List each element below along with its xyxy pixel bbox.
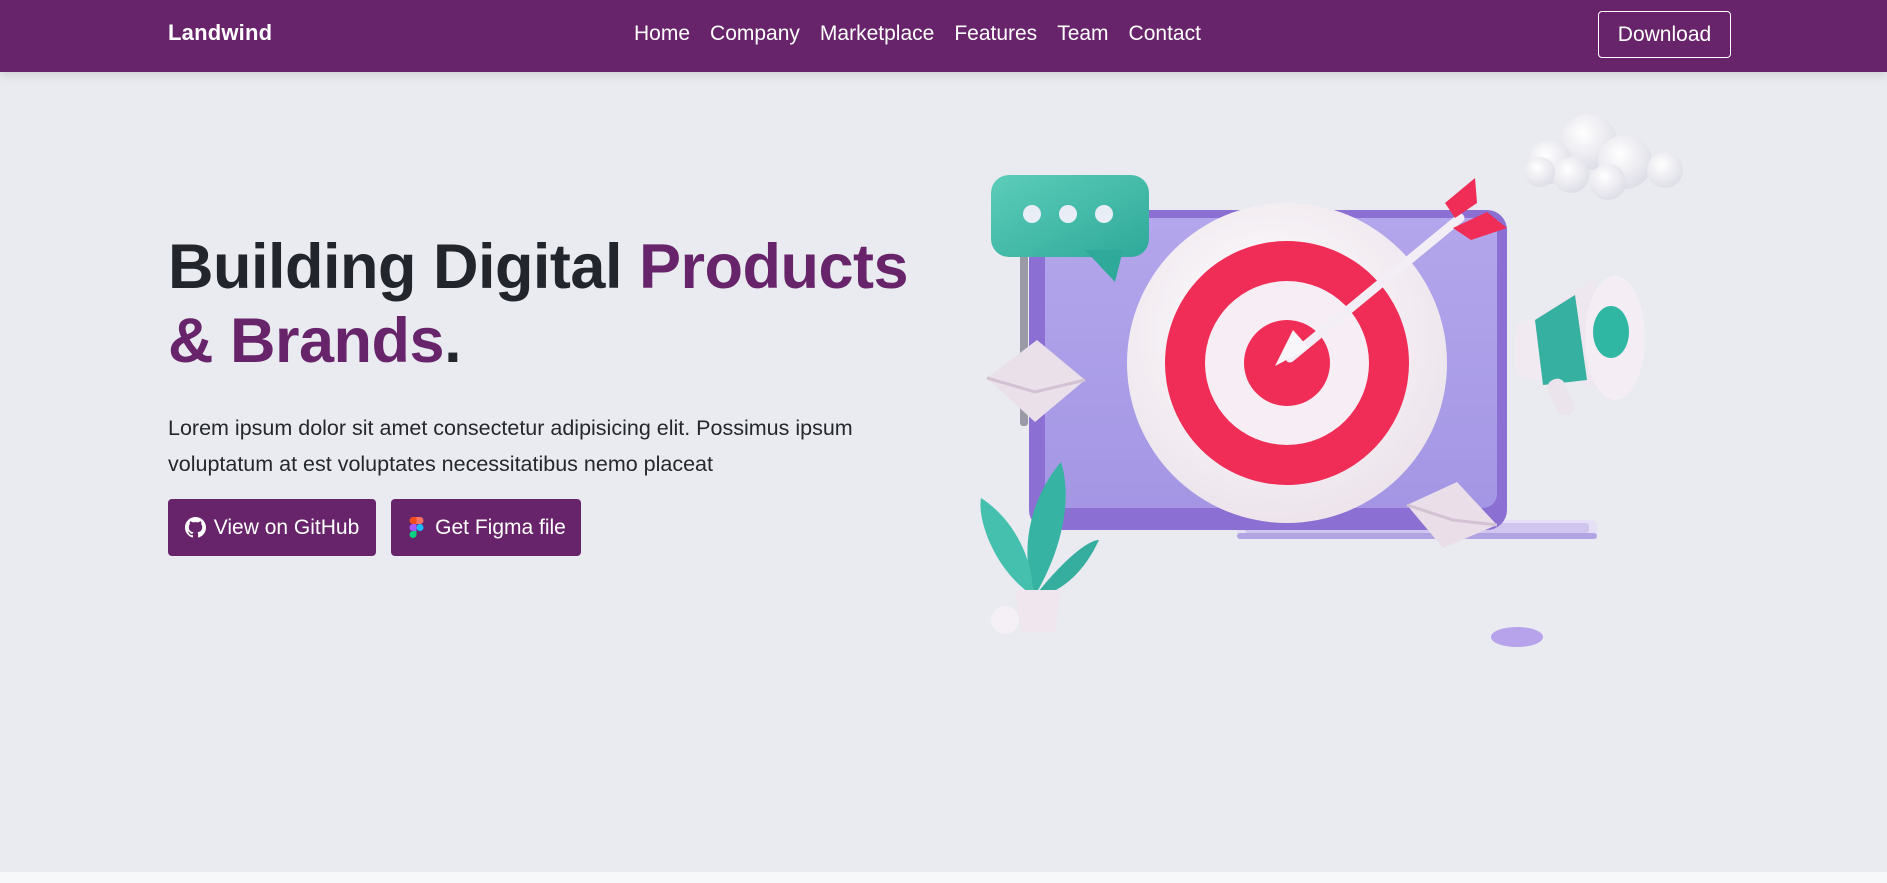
cloud-icon (1525, 114, 1683, 200)
megaphone-icon (1515, 276, 1645, 416)
hero-title-period: . (444, 306, 462, 376)
nav-link-team[interactable]: Team (1057, 22, 1108, 46)
figma-button[interactable]: Get Figma file (391, 499, 581, 556)
brand-logo[interactable]: Landwind (168, 20, 272, 46)
github-button-label: View on GitHub (213, 515, 360, 539)
figma-icon (409, 517, 424, 538)
nav-links: Home Company Marketplace Features Team C… (634, 22, 1201, 46)
github-button[interactable]: View on GitHub (168, 499, 376, 556)
hero-illustration (980, 114, 1683, 647)
github-icon (184, 517, 206, 538)
footer-strip (0, 872, 1887, 883)
download-button[interactable]: Download (1598, 11, 1731, 58)
target-icon (1127, 203, 1447, 523)
mouse-icon (1491, 627, 1543, 647)
nav-link-home[interactable]: Home (634, 22, 690, 46)
nav-link-company[interactable]: Company (710, 22, 800, 46)
navbar: Landwind Home Company Marketplace Featur… (0, 0, 1887, 72)
nav-link-features[interactable]: Features (954, 22, 1037, 46)
hero-title-main: Building Digital (168, 232, 639, 302)
figma-button-label: Get Figma file (435, 515, 566, 539)
nav-link-marketplace[interactable]: Marketplace (820, 22, 934, 46)
hero-description: Lorem ipsum dolor sit amet consectetur a… (168, 416, 853, 476)
hero-title: Building Digital Products & Brands. (168, 230, 968, 378)
nav-link-contact[interactable]: Contact (1129, 22, 1201, 46)
